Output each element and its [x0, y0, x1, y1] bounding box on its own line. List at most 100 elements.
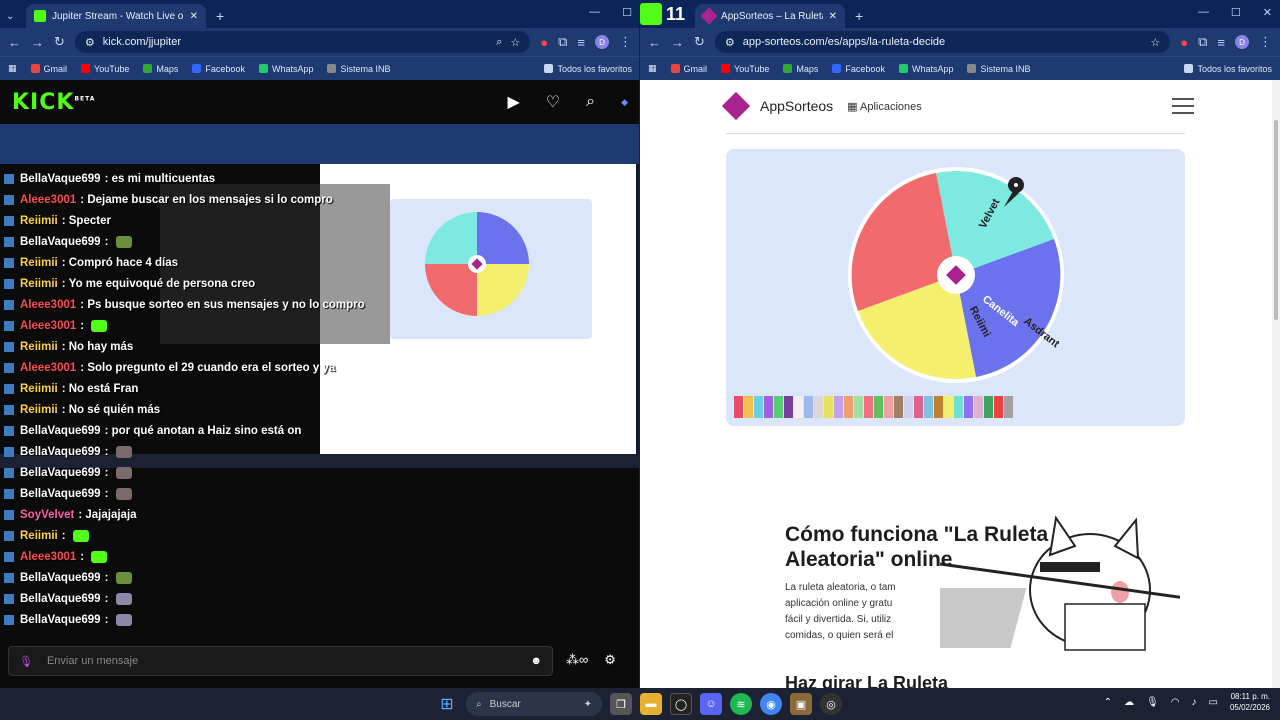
page-scrollbar[interactable] — [1272, 80, 1280, 688]
bookmark-sistema-inb[interactable]: Sistema INB — [967, 63, 1031, 74]
bookmark-facebook[interactable]: Facebook — [832, 63, 885, 74]
chat-username[interactable]: Reiimii — [20, 341, 58, 353]
color-swatch[interactable] — [854, 396, 863, 418]
address-bar[interactable]: ⚙ app-sorteos.com/es/apps/la-ruleta-deci… — [714, 31, 1171, 53]
chat-username[interactable]: BellaVaque699 — [20, 467, 101, 479]
chat-username[interactable]: SoyVelvet — [20, 509, 74, 521]
chat-username[interactable]: Reiimii — [20, 278, 58, 290]
chat-username[interactable]: BellaVaque699 — [20, 488, 101, 500]
color-swatch[interactable] — [844, 396, 853, 418]
bookmark-gmail[interactable]: Gmail — [670, 63, 707, 74]
extensions-puzzle-icon[interactable]: ⧉ — [558, 34, 567, 50]
all-favorites[interactable]: Todos los favoritos — [1184, 63, 1272, 74]
settings-gear-icon[interactable]: ⚙ — [604, 652, 616, 668]
color-swatch[interactable] — [974, 396, 983, 418]
roulette-wheel[interactable]: Velvet Canelita Reiimi Asdrant — [726, 149, 1185, 389]
media-icon[interactable]: ≡ — [1217, 35, 1225, 50]
bookmark-maps[interactable]: Maps — [143, 63, 178, 74]
close-icon[interactable]: ✕ — [190, 11, 198, 22]
task-view-icon[interactable]: ❐ — [610, 693, 632, 715]
color-swatch[interactable] — [904, 396, 913, 418]
reload-icon[interactable]: ↻ — [54, 34, 65, 50]
media-icon[interactable]: ≡ — [577, 35, 585, 50]
color-swatch[interactable] — [734, 396, 743, 418]
color-swatch[interactable] — [894, 396, 903, 418]
maximize-icon[interactable]: ☐ — [622, 6, 632, 19]
bookmark-whatsapp[interactable]: WhatsApp — [258, 63, 313, 74]
user-avatar[interactable]: ◆ — [621, 97, 628, 108]
chat-username[interactable]: BellaVaque699 — [20, 593, 101, 605]
chat-username[interactable]: Aleee3001 — [20, 362, 76, 374]
appsorteos-logo-icon[interactable] — [721, 91, 751, 121]
wifi-icon[interactable]: ◠ — [1171, 697, 1180, 708]
apps-grid-icon[interactable]: ▦ — [8, 63, 17, 74]
chat-username[interactable]: Reiimii — [20, 215, 58, 227]
new-tab-button[interactable]: + — [206, 8, 234, 28]
chat-username[interactable]: Reiimii — [20, 404, 58, 416]
chrome-icon[interactable]: ◉ — [760, 693, 782, 715]
color-swatch[interactable] — [774, 396, 783, 418]
color-swatch[interactable] — [744, 396, 753, 418]
microphone-icon[interactable]: 🎙 — [1146, 697, 1159, 708]
search-icon[interactable]: ⌕ — [586, 93, 595, 111]
brand-name[interactable]: AppSorteos — [760, 98, 833, 114]
bookmark-facebook[interactable]: Facebook — [192, 63, 245, 74]
color-swatch[interactable] — [924, 396, 933, 418]
color-swatch[interactable] — [914, 396, 923, 418]
profile-avatar[interactable]: D — [595, 35, 609, 49]
bookmark-sistema-inb[interactable]: Sistema INB — [327, 63, 391, 74]
color-swatch[interactable] — [754, 396, 763, 418]
kick-app-icon[interactable] — [640, 3, 662, 25]
tab-appsorteos[interactable]: AppSorteos – La Ruleta de la Su ✕ — [695, 4, 846, 28]
forward-icon[interactable]: → — [31, 35, 44, 50]
close-window-icon[interactable]: ✕ — [1263, 6, 1272, 19]
chat-username[interactable]: BellaVaque699 — [20, 446, 101, 458]
spotify-icon[interactable]: ≋ — [730, 693, 752, 715]
extensions-puzzle-icon[interactable]: ⧉ — [1198, 34, 1207, 50]
menu-icon[interactable]: ⋮ — [1259, 34, 1272, 50]
color-swatch[interactable] — [814, 396, 823, 418]
chat-username[interactable]: BellaVaque699 — [20, 425, 101, 437]
kick-logo[interactable]: KICKBETA — [12, 90, 95, 115]
chat-username[interactable]: BellaVaque699 — [20, 236, 101, 248]
chat-username[interactable]: BellaVaque699 — [20, 572, 101, 584]
chat-username[interactable]: Aleee3001 — [20, 194, 76, 206]
chat-username[interactable]: BellaVaque699 — [20, 614, 101, 626]
maximize-icon[interactable]: ☐ — [1231, 6, 1241, 19]
new-tab-button[interactable]: + — [845, 8, 873, 28]
chat-username[interactable]: Reiimii — [20, 383, 58, 395]
points-icon[interactable]: ⁂∞ — [566, 652, 588, 668]
all-favorites[interactable]: Todos los favoritos — [544, 63, 632, 74]
bookmark-whatsapp[interactable]: WhatsApp — [898, 63, 953, 74]
chat-input[interactable]: 🎙 Enviar un mensaje ☻ — [8, 646, 553, 676]
color-swatch[interactable] — [984, 396, 993, 418]
color-swatch[interactable] — [934, 396, 943, 418]
color-palette-selector[interactable] — [734, 396, 1013, 418]
color-swatch[interactable] — [804, 396, 813, 418]
taskbar-search[interactable]: ⌕ Buscar ✦ — [466, 692, 602, 716]
tab-kick[interactable]: Jupiter Stream - Watch Live on ✕ — [26, 4, 206, 28]
color-swatch[interactable] — [864, 396, 873, 418]
color-swatch[interactable] — [954, 396, 963, 418]
volume-icon[interactable]: ♪ — [1192, 697, 1197, 708]
dell-icon[interactable]: ◯ — [670, 693, 692, 715]
forward-icon[interactable]: → — [671, 35, 684, 50]
bookmark-youtube[interactable]: YouTube — [721, 63, 769, 74]
chat-username[interactable]: BellaVaque699 — [20, 173, 101, 185]
menu-icon[interactable]: ⋮ — [619, 34, 632, 50]
bookmark-gmail[interactable]: Gmail — [30, 63, 67, 74]
site-info-icon[interactable]: ⚙ — [725, 36, 735, 49]
chat-username[interactable]: Aleee3001 — [20, 551, 76, 563]
chat-username[interactable]: Aleee3001 — [20, 320, 76, 332]
following-icon[interactable]: ▶ — [507, 92, 519, 112]
color-swatch[interactable] — [824, 396, 833, 418]
bookmark-maps[interactable]: Maps — [783, 63, 818, 74]
minimize-icon[interactable]: — — [589, 6, 600, 19]
file-explorer-icon[interactable]: ▬ — [640, 693, 662, 715]
zoom-icon[interactable]: ⌕ — [496, 36, 502, 49]
chat-username[interactable]: Reiimii — [20, 257, 58, 269]
extension-icon[interactable]: ● — [540, 35, 548, 50]
tab-search-icon[interactable]: ⌄ — [0, 11, 20, 28]
obs-icon[interactable]: ◎ — [820, 693, 842, 715]
apps-grid-icon[interactable]: ▦ — [648, 63, 657, 74]
